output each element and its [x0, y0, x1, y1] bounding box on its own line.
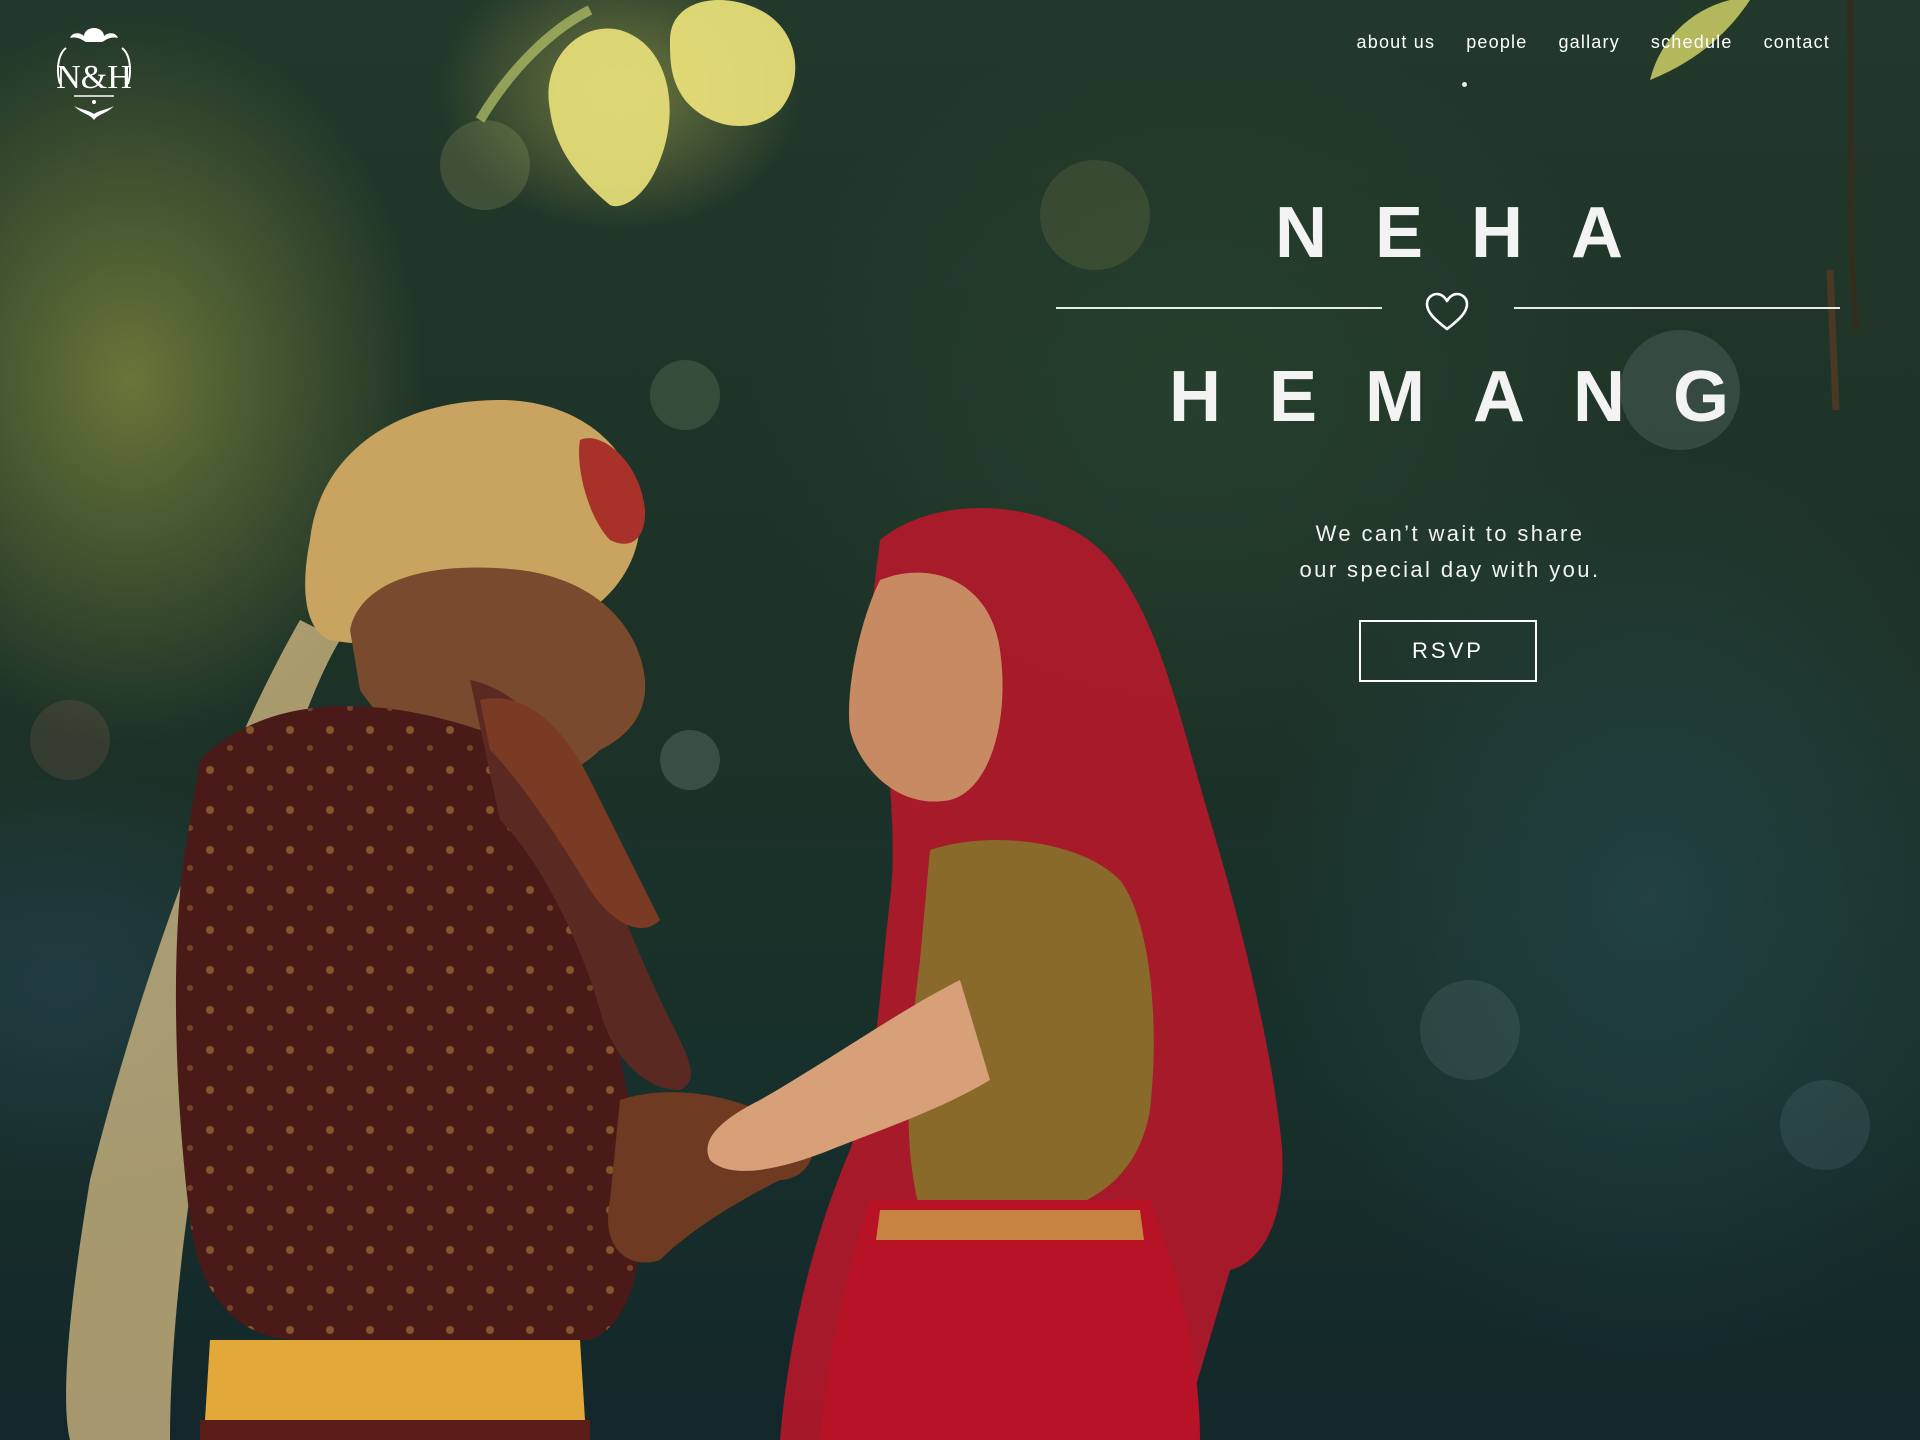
nav-active-indicator [1462, 82, 1467, 87]
divider-line-left [1056, 307, 1382, 309]
nav-link-contact[interactable]: contact [1764, 32, 1830, 53]
heart-icon [1425, 292, 1469, 331]
tagline-line-1: We can’t wait to share [1315, 521, 1585, 546]
monogram-logo[interactable]: N&H [44, 24, 144, 126]
nav-link-gallery[interactable]: gallary [1558, 32, 1619, 53]
wedding-landing-page: N&H about us people gallary schedule con… [0, 0, 1920, 1440]
monogram-text: N&H [56, 59, 132, 96]
hero-tagline: We can’t wait to share our special day w… [1220, 516, 1680, 588]
rsvp-button[interactable]: RSVP [1359, 620, 1537, 682]
nav-link-schedule[interactable]: schedule [1651, 32, 1733, 53]
nav-link-about-us[interactable]: about us [1357, 32, 1436, 53]
divider-line-right [1514, 307, 1840, 309]
groom-name: HEMANG [1169, 357, 1777, 437]
main-navigation: about us people gallary schedule contact [1357, 32, 1830, 53]
tagline-line-2: our special day with you. [1299, 557, 1601, 582]
bride-name: NEHA [1274, 193, 1671, 273]
nav-link-people[interactable]: people [1466, 32, 1527, 53]
